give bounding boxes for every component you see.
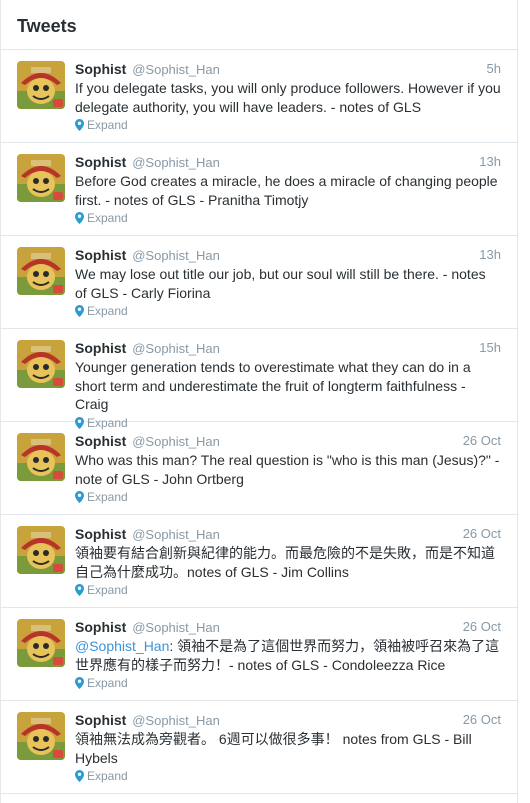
location-pin-icon [75, 119, 84, 131]
tweet-author-handle[interactable]: @Sophist_Han [132, 527, 220, 542]
expand-link[interactable]: Expand [75, 675, 501, 691]
location-pin-icon [75, 305, 84, 317]
tweet-text: Who was this man? The real question is "… [75, 451, 501, 488]
expand-label: Expand [87, 490, 128, 504]
location-pin-icon [75, 491, 84, 503]
tweet-text: If you delegate tasks, you will only pro… [75, 79, 501, 116]
tweet-item[interactable]: Sophist @Sophist_Han 15h Younger generat… [1, 329, 517, 430]
tweet-timestamp[interactable]: 13h [479, 246, 501, 264]
tweet-author-handle[interactable]: @Sophist_Han [132, 155, 220, 170]
tweet-body: We may lose out title our job, but our s… [75, 266, 486, 301]
tweet-author-name[interactable]: Sophist [75, 61, 126, 77]
tweet-text: @Sophist_Han: 領袖不是為了這個世界而努力，領袖被呼召來為了這世界應… [75, 637, 501, 674]
tweet-text: We may lose out title our job, but our s… [75, 265, 501, 302]
expand-label: Expand [87, 304, 128, 318]
expand-link[interactable]: Expand [75, 117, 501, 133]
tweet-timestamp[interactable]: 13h [479, 153, 501, 171]
tweet-author-name[interactable]: Sophist [75, 154, 126, 170]
expand-label: Expand [87, 769, 128, 783]
tweet-list: Sophist @Sophist_Han 5h If you delegate … [1, 50, 517, 794]
expand-link[interactable]: Expand [75, 489, 501, 505]
expand-label: Expand [87, 118, 128, 132]
tweet-item[interactable]: Sophist @Sophist_Han 26 Oct Who was this… [1, 422, 517, 515]
tweet-timestamp[interactable]: 26 Oct [463, 711, 501, 729]
tweet-author-handle[interactable]: @Sophist_Han [132, 341, 220, 356]
tweet-body: Younger generation tends to overestimate… [75, 359, 471, 412]
tweet-item[interactable]: Sophist @Sophist_Han 26 Oct 領袖無法成為旁觀者。 6… [1, 701, 517, 794]
tweet-mention[interactable]: @Sophist_Han [75, 638, 169, 654]
location-pin-icon [75, 212, 84, 224]
expand-label: Expand [87, 583, 128, 597]
tweet-item[interactable]: Sophist @Sophist_Han 13h Before God crea… [1, 143, 517, 236]
tweet-author-handle[interactable]: @Sophist_Han [132, 62, 220, 77]
tweet-author-name[interactable]: Sophist [75, 433, 126, 449]
tweet-body: 領袖無法成為旁觀者。 6週可以做很多事！ notes from GLS - Bi… [75, 731, 472, 766]
tweets-panel: Tweets Sophist @Sophist_Han 5h If you de… [0, 0, 518, 803]
avatar[interactable] [17, 433, 65, 481]
tweet-timestamp[interactable]: 26 Oct [463, 525, 501, 543]
avatar[interactable] [17, 340, 65, 388]
tweet-body: 領袖要有結合創新與紀律的能力。而最危險的不是失敗，而是不知道自己為什麼成功。no… [75, 545, 495, 580]
tweet-author-name[interactable]: Sophist [75, 526, 126, 542]
tweet-body: Before God creates a miracle, he does a … [75, 173, 498, 208]
tweet-item[interactable]: Sophist @Sophist_Han 5h If you delegate … [1, 50, 517, 143]
tweets-header: Tweets [1, 0, 517, 50]
avatar[interactable] [17, 526, 65, 574]
tweet-body: Who was this man? The real question is "… [75, 452, 500, 487]
avatar[interactable] [17, 619, 65, 667]
tweet-timestamp[interactable]: 5h [487, 60, 501, 78]
tweet-text: Younger generation tends to overestimate… [75, 358, 501, 414]
location-pin-icon [75, 770, 84, 782]
expand-label: Expand [87, 676, 128, 690]
expand-link[interactable]: Expand [75, 582, 501, 598]
avatar[interactable] [17, 61, 65, 109]
tweet-author-handle[interactable]: @Sophist_Han [132, 434, 220, 449]
tweet-author-handle[interactable]: @Sophist_Han [132, 713, 220, 728]
tweet-text: 領袖無法成為旁觀者。 6週可以做很多事！ notes from GLS - Bi… [75, 730, 501, 767]
expand-link[interactable]: Expand [75, 768, 501, 784]
avatar[interactable] [17, 247, 65, 295]
tweet-timestamp[interactable]: 15h [479, 339, 501, 357]
tweet-item[interactable]: Sophist @Sophist_Han 26 Oct 領袖要有結合創新與紀律的… [1, 515, 517, 608]
tweet-item[interactable]: Sophist @Sophist_Han 13h We may lose out… [1, 236, 517, 329]
tweet-author-handle[interactable]: @Sophist_Han [132, 248, 220, 263]
expand-label: Expand [87, 211, 128, 225]
expand-link[interactable]: Expand [75, 303, 501, 319]
tweet-body: If you delegate tasks, you will only pro… [75, 80, 501, 115]
tweet-text: Before God creates a miracle, he does a … [75, 172, 501, 209]
location-pin-icon [75, 584, 84, 596]
tweet-author-name[interactable]: Sophist [75, 712, 126, 728]
tweet-timestamp[interactable]: 26 Oct [463, 432, 501, 450]
tweet-author-name[interactable]: Sophist [75, 247, 126, 263]
location-pin-icon [75, 677, 84, 689]
tweet-author-handle[interactable]: @Sophist_Han [132, 620, 220, 635]
tweet-author-name[interactable]: Sophist [75, 340, 126, 356]
tweet-timestamp[interactable]: 26 Oct [463, 618, 501, 636]
avatar[interactable] [17, 712, 65, 760]
tweet-author-name[interactable]: Sophist [75, 619, 126, 635]
expand-link[interactable]: Expand [75, 210, 501, 226]
scrollbar[interactable] [520, 0, 530, 803]
tweet-text: 領袖要有結合創新與紀律的能力。而最危險的不是失敗，而是不知道自己為什麼成功。no… [75, 544, 501, 581]
tweets-title: Tweets [17, 16, 77, 36]
tweet-item[interactable]: Sophist @Sophist_Han 26 Oct @Sophist_Han… [1, 608, 517, 701]
avatar[interactable] [17, 154, 65, 202]
